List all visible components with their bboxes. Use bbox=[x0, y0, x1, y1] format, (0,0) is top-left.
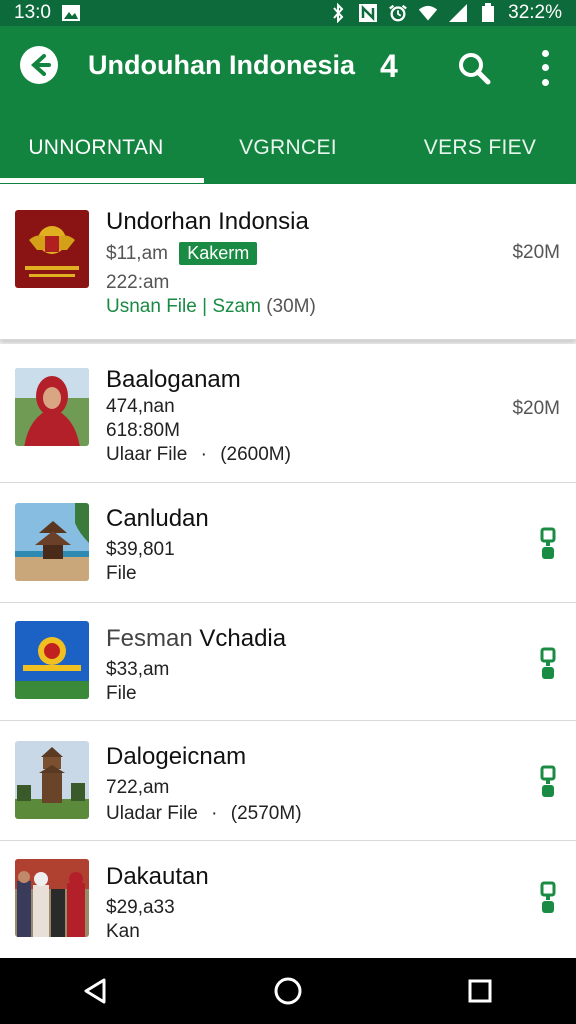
item-value: $29,a33 bbox=[106, 897, 175, 918]
wifi-icon bbox=[418, 3, 438, 23]
title-part2: Vchadia bbox=[199, 625, 287, 652]
item-title: Dakautan bbox=[106, 863, 209, 890]
home-circle-icon[interactable] bbox=[271, 974, 305, 1008]
download-status-icon[interactable] bbox=[540, 765, 556, 799]
download-list: Undorhan Indonsia $11,am Kakerm 222:am U… bbox=[0, 184, 576, 960]
item-value: $39,801 bbox=[106, 539, 175, 560]
temple-thumbnail bbox=[15, 503, 89, 581]
item-value: 722,am bbox=[106, 777, 170, 798]
item-detail: Kan bbox=[106, 921, 140, 942]
separator: · bbox=[211, 803, 218, 824]
tab-bar: UNNORNTAN VGRNCEI VERS FIEV bbox=[0, 112, 576, 184]
item-file-info: Usnan File | Szam (30M) bbox=[106, 296, 316, 318]
list-item[interactable]: Dalogeicnam 722,am Uladar File · (2570M) bbox=[0, 721, 576, 841]
status-bar: 13:0 32:2% bbox=[0, 0, 576, 26]
battery-icon bbox=[478, 3, 498, 23]
separator: | bbox=[202, 296, 208, 317]
app-bar: Undouhan Indonesia 4 bbox=[0, 26, 576, 112]
app-count: 4 bbox=[380, 48, 398, 84]
tab-unnorntan[interactable]: UNNORNTAN bbox=[0, 112, 192, 184]
list-item[interactable]: Fesman Vchadia $33,am File bbox=[0, 603, 576, 721]
file-size: (30M) bbox=[266, 296, 316, 317]
person-thumbnail bbox=[15, 368, 89, 446]
file-label[interactable]: Ulaar File bbox=[106, 444, 187, 465]
tab-vers-fiev[interactable]: VERS FIEV bbox=[384, 112, 576, 184]
download-status-icon[interactable] bbox=[540, 881, 556, 915]
app-title: Undouhan Indonesia bbox=[88, 50, 355, 80]
list-item[interactable]: Dakautan $29,a33 Kan bbox=[0, 841, 576, 960]
recents-square-icon[interactable] bbox=[463, 974, 497, 1008]
battery-percent: 32:2% bbox=[508, 2, 562, 23]
item-title: Fesman Vchadia bbox=[106, 625, 286, 653]
item-detail: 618:80M bbox=[106, 420, 180, 441]
item-title: Undorhan Indonsia bbox=[106, 208, 309, 235]
tab-vgrncei[interactable]: VGRNCEI bbox=[192, 112, 384, 184]
item-value: $33,am bbox=[106, 659, 170, 680]
item-detail: File bbox=[106, 563, 137, 584]
navigation-bar bbox=[0, 958, 576, 1024]
download-status-icon[interactable] bbox=[540, 647, 556, 681]
list-item[interactable]: Baaloganam 474,nan 618:80M Ulaar File · … bbox=[0, 344, 576, 483]
item-title: Baaloganam bbox=[106, 366, 241, 393]
file-size: (2570M) bbox=[230, 803, 302, 824]
signal-icon bbox=[448, 3, 468, 23]
item-subtitle: $11,am Kakerm bbox=[106, 242, 258, 265]
download-status-icon[interactable] bbox=[540, 527, 556, 561]
item-file-info: Uladar File · (2570M) bbox=[106, 803, 302, 825]
alarm-icon bbox=[388, 3, 408, 23]
gallery-icon bbox=[61, 3, 81, 23]
item-value: $11,am bbox=[106, 243, 168, 264]
item-price: $20M bbox=[512, 398, 560, 419]
item-file-info: Ulaar File · (2600M) bbox=[106, 444, 291, 466]
search-icon[interactable] bbox=[456, 50, 492, 86]
title-part1: Fesman bbox=[106, 625, 193, 652]
item-title: Dalogeicnam bbox=[106, 743, 247, 770]
file-label[interactable]: Uladar File bbox=[106, 803, 198, 824]
file-label[interactable]: Usnan File bbox=[106, 296, 197, 317]
item-title: Canludan bbox=[106, 505, 209, 532]
item-value: 474,nan bbox=[106, 396, 175, 417]
item-detail: 222:am bbox=[106, 272, 170, 293]
nfc-icon bbox=[358, 3, 378, 23]
item-price: $20M bbox=[512, 242, 560, 263]
file-size: (2600M) bbox=[220, 444, 291, 465]
status-time: 13:0 bbox=[14, 2, 51, 23]
back-arrow-icon[interactable] bbox=[20, 46, 58, 84]
item-detail: File bbox=[106, 683, 137, 704]
list-item[interactable]: Undorhan Indonsia $11,am Kakerm 222:am U… bbox=[0, 184, 576, 340]
separator: · bbox=[200, 444, 207, 465]
emblem-thumbnail bbox=[15, 210, 89, 288]
more-vert-icon[interactable] bbox=[534, 46, 556, 90]
back-triangle-icon[interactable] bbox=[79, 974, 113, 1008]
tower-thumbnail bbox=[15, 741, 89, 819]
bluetooth-icon bbox=[328, 3, 348, 23]
list-item[interactable]: Canludan $39,801 File bbox=[0, 483, 576, 603]
status-badge: Kakerm bbox=[179, 242, 258, 265]
file-extra: Szam bbox=[212, 296, 261, 317]
tab-indicator bbox=[0, 178, 204, 183]
group-thumbnail bbox=[15, 859, 89, 937]
poster-thumbnail bbox=[15, 621, 89, 699]
